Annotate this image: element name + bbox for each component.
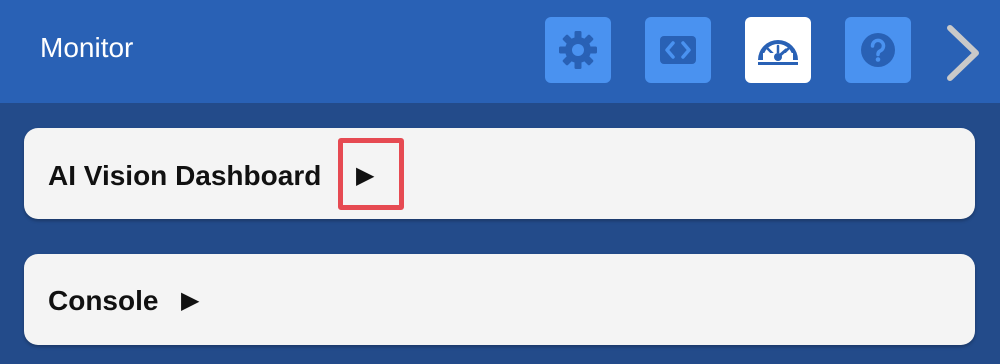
ai-vision-dashboard-label: AI Vision Dashboard: [48, 160, 322, 191]
console-card[interactable]: Console ▶: [24, 254, 975, 345]
help-button[interactable]: [845, 17, 911, 83]
panel-title: Monitor: [40, 32, 134, 63]
code-button[interactable]: [645, 17, 711, 83]
header-bar: Monitor: [0, 0, 1000, 103]
expand-arrow-icon[interactable]: ▶: [181, 287, 199, 315]
question-icon: [856, 28, 900, 72]
code-brackets-icon: [656, 28, 700, 72]
next-button[interactable]: [942, 22, 986, 84]
console-label: Console: [48, 285, 159, 316]
gear-icon: [556, 28, 600, 72]
monitor-panel: Monitor AI Vision Dashboard ▶ Console ▶: [0, 0, 1000, 364]
ai-vision-dashboard-card[interactable]: AI Vision Dashboard ▶: [24, 128, 975, 219]
chevron-right-icon: [942, 25, 986, 88]
highlight-box: [338, 138, 404, 210]
settings-button[interactable]: [545, 17, 611, 83]
speedometer-icon: [754, 26, 802, 74]
dashboard-button[interactable]: [745, 17, 811, 83]
